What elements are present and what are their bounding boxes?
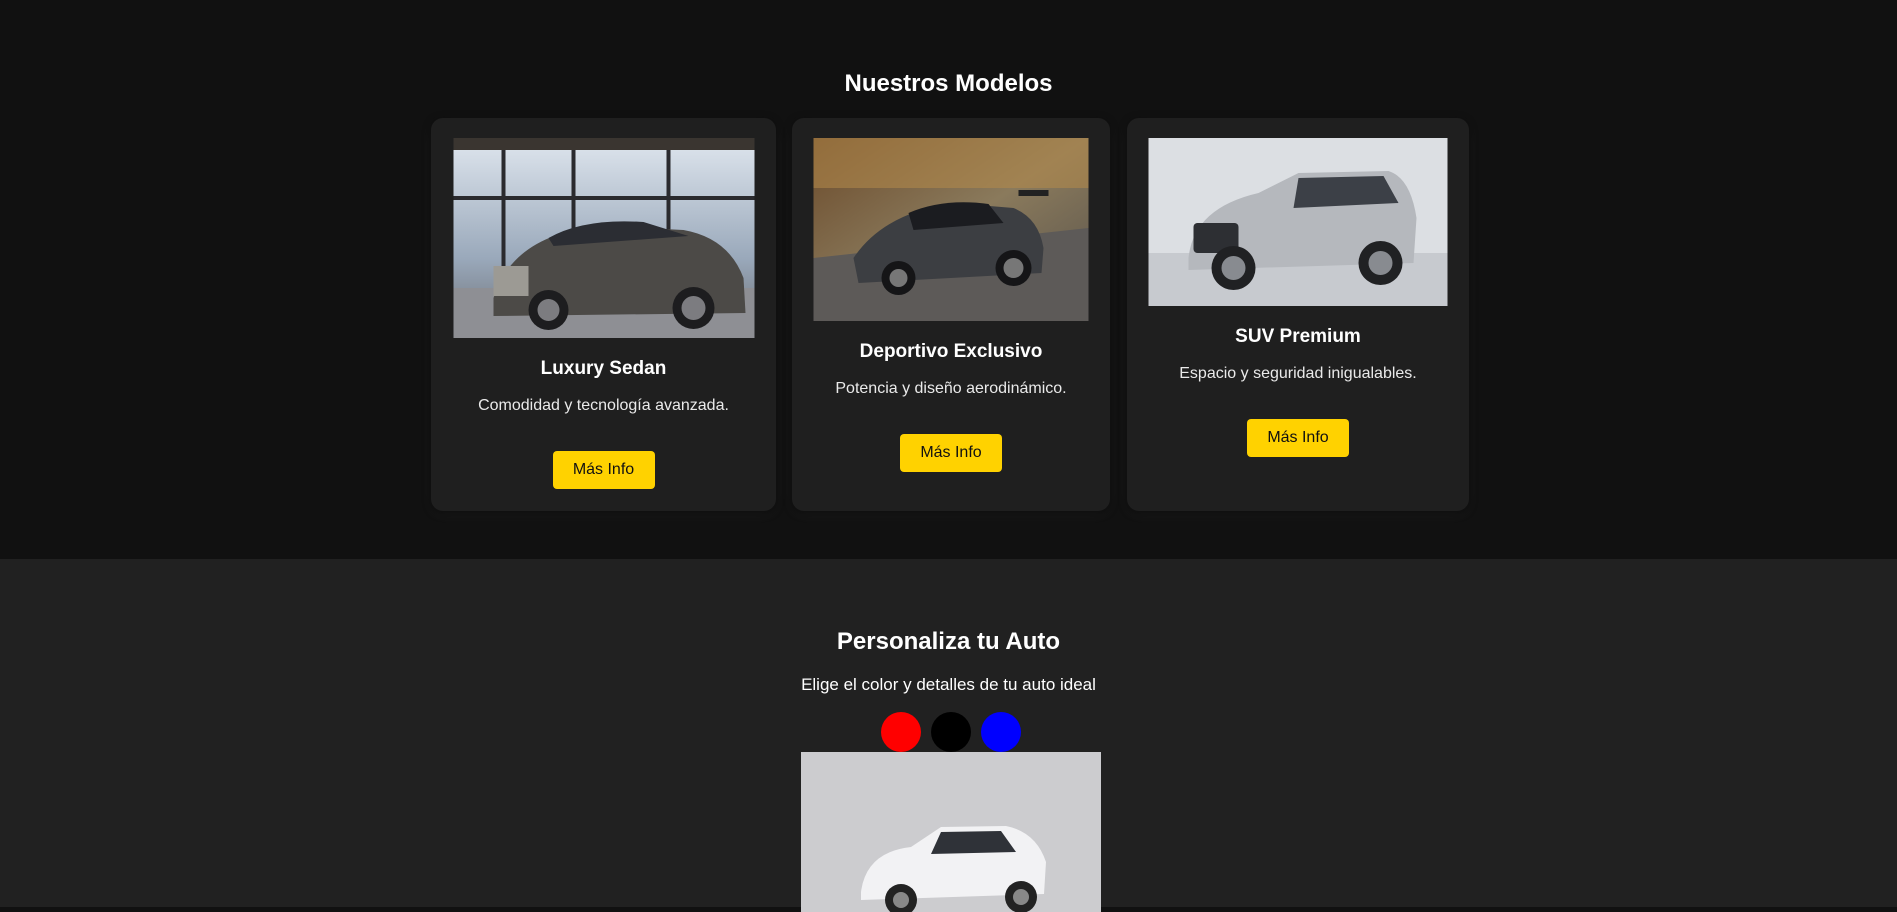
card-title: Luxury Sedan	[540, 358, 667, 379]
card-description: Potencia y diseño aerodinámico.	[835, 380, 1067, 397]
models-title: Nuestros Modelos	[844, 70, 1053, 97]
model-card-suv-premium: SUV Premium Espacio y seguridad iniguala…	[1127, 118, 1469, 511]
car-preview-image	[801, 752, 1101, 912]
card-description: Espacio y seguridad inigualables.	[1179, 365, 1417, 382]
customize-subtitle: Elige el color y detalles de tu auto ide…	[801, 675, 1096, 694]
color-swatch-red[interactable]	[881, 712, 921, 752]
model-card-deportivo-exclusivo: Deportivo Exclusivo Potencia y diseño ae…	[792, 118, 1110, 511]
card-title: SUV Premium	[1235, 326, 1361, 347]
customize-section: Personaliza tu Auto Elige el color y det…	[0, 559, 1897, 912]
card-description: Comodidad y tecnología avanzada.	[478, 397, 729, 414]
card-title: Deportivo Exclusivo	[859, 341, 1043, 362]
customize-title: Personaliza tu Auto	[836, 628, 1061, 655]
mas-info-button[interactable]: Más Info	[552, 451, 655, 489]
suv-premium-image	[1148, 138, 1448, 306]
models-section: Nuestros Modelos Luxury Sedan Comodidad …	[0, 0, 1897, 559]
deportivo-exclusivo-image	[813, 138, 1089, 321]
model-card-luxury-sedan: Luxury Sedan Comodidad y tecnología avan…	[431, 118, 776, 511]
color-swatch-blue[interactable]	[981, 712, 1021, 752]
mas-info-button[interactable]: Más Info	[900, 434, 1002, 472]
luxury-sedan-image	[453, 138, 754, 338]
mas-info-button[interactable]: Más Info	[1247, 419, 1349, 457]
color-swatch-black[interactable]	[931, 712, 971, 752]
